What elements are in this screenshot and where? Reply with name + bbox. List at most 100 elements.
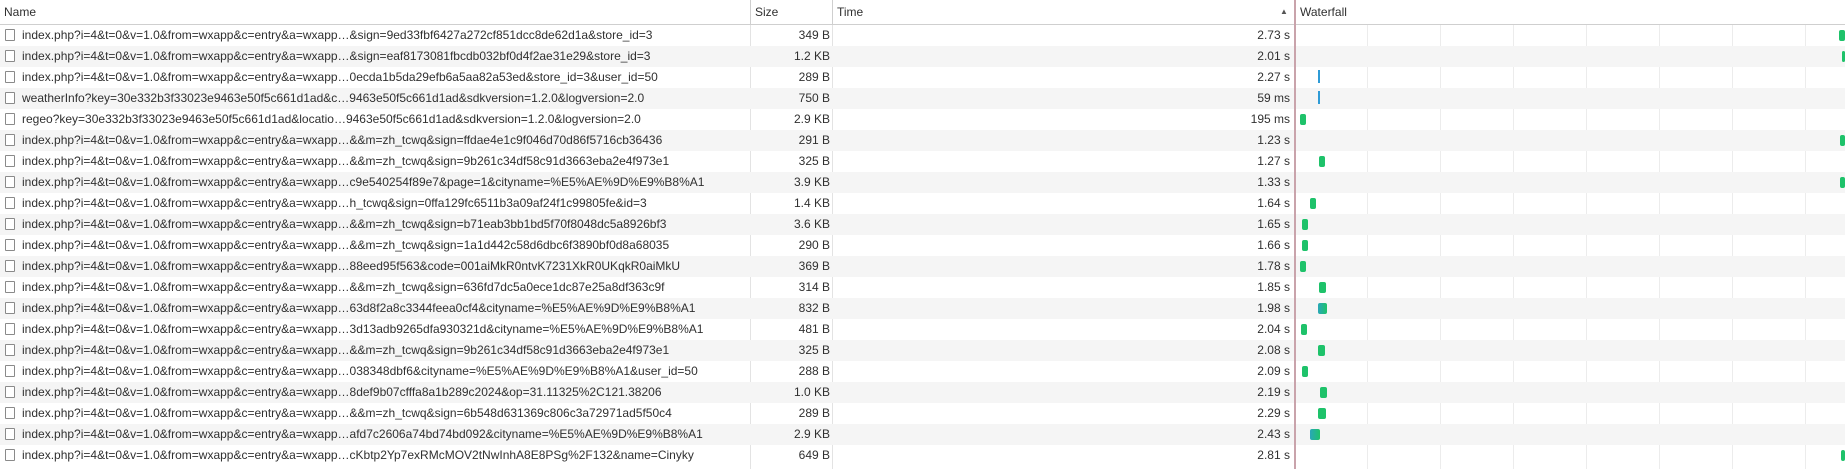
request-name: index.php?i=4&t=0&v=1.0&from=wxapp&c=ent… <box>22 280 665 294</box>
waterfall-bar[interactable] <box>1301 324 1307 335</box>
waterfall-bar[interactable] <box>1310 429 1320 440</box>
request-size: 369 B <box>798 259 830 273</box>
request-time: 1.65 s <box>1257 217 1290 231</box>
request-name: index.php?i=4&t=0&v=1.0&from=wxapp&c=ent… <box>22 175 705 189</box>
request-name: index.php?i=4&t=0&v=1.0&from=wxapp&c=ent… <box>22 301 696 315</box>
table-row[interactable]: index.php?i=4&t=0&v=1.0&from=wxapp&c=ent… <box>0 46 1845 67</box>
request-name: index.php?i=4&t=0&v=1.0&from=wxapp&c=ent… <box>22 343 670 357</box>
request-time: 2.27 s <box>1257 70 1290 84</box>
table-row[interactable]: index.php?i=4&t=0&v=1.0&from=wxapp&c=ent… <box>0 193 1845 214</box>
request-name-cell[interactable]: index.php?i=4&t=0&v=1.0&from=wxapp&c=ent… <box>0 214 750 235</box>
column-header-size[interactable]: Size <box>751 0 832 24</box>
request-size: 3.6 KB <box>793 217 830 231</box>
request-name-cell[interactable]: weatherInfo?key=30e332b3f33023e9463e50f5… <box>0 88 750 109</box>
column-header-time[interactable]: Time <box>833 0 1293 24</box>
table-row[interactable]: index.php?i=4&t=0&v=1.0&from=wxapp&c=ent… <box>0 382 1845 403</box>
table-row[interactable]: index.php?i=4&t=0&v=1.0&from=wxapp&c=ent… <box>0 403 1845 424</box>
table-row[interactable]: index.php?i=4&t=0&v=1.0&from=wxapp&c=ent… <box>0 214 1845 235</box>
request-time: 1.23 s <box>1257 133 1290 147</box>
request-name-cell[interactable]: index.php?i=4&t=0&v=1.0&from=wxapp&c=ent… <box>0 403 750 424</box>
request-size: 1.4 KB <box>793 196 830 210</box>
request-name: index.php?i=4&t=0&v=1.0&from=wxapp&c=ent… <box>22 238 670 252</box>
request-name-cell[interactable]: index.php?i=4&t=0&v=1.0&from=wxapp&c=ent… <box>0 46 750 67</box>
request-name-cell[interactable]: index.php?i=4&t=0&v=1.0&from=wxapp&c=ent… <box>0 382 750 403</box>
waterfall-bar[interactable] <box>1302 219 1308 230</box>
table-row[interactable]: index.php?i=4&t=0&v=1.0&from=wxapp&c=ent… <box>0 151 1845 172</box>
request-name-cell[interactable]: index.php?i=4&t=0&v=1.0&from=wxapp&c=ent… <box>0 445 750 466</box>
request-size: 1.0 KB <box>793 385 830 399</box>
table-row[interactable]: index.php?i=4&t=0&v=1.0&from=wxapp&c=ent… <box>0 445 1845 466</box>
waterfall-bar[interactable] <box>1302 366 1308 377</box>
request-size: 291 B <box>798 133 830 147</box>
waterfall-bar[interactable] <box>1300 114 1306 125</box>
request-time: 2.29 s <box>1257 406 1290 420</box>
waterfall-bar[interactable] <box>1840 177 1845 188</box>
table-row[interactable]: index.php?i=4&t=0&v=1.0&from=wxapp&c=ent… <box>0 424 1845 445</box>
request-name: regeo?key=30e332b3f33023e9463e50f5c661d1… <box>22 112 641 126</box>
request-time: 2.73 s <box>1257 28 1290 42</box>
request-name-cell[interactable]: index.php?i=4&t=0&v=1.0&from=wxapp&c=ent… <box>0 67 750 88</box>
request-name-cell[interactable]: index.php?i=4&t=0&v=1.0&from=wxapp&c=ent… <box>0 361 750 382</box>
table-row[interactable]: index.php?i=4&t=0&v=1.0&from=wxapp&c=ent… <box>0 256 1845 277</box>
request-name-cell[interactable]: index.php?i=4&t=0&v=1.0&from=wxapp&c=ent… <box>0 151 750 172</box>
request-name-cell[interactable]: index.php?i=4&t=0&v=1.0&from=wxapp&c=ent… <box>0 235 750 256</box>
table-row[interactable]: index.php?i=4&t=0&v=1.0&from=wxapp&c=ent… <box>0 235 1845 256</box>
waterfall-bar[interactable] <box>1318 303 1327 314</box>
request-name: index.php?i=4&t=0&v=1.0&from=wxapp&c=ent… <box>22 28 653 42</box>
request-name-cell[interactable]: index.php?i=4&t=0&v=1.0&from=wxapp&c=ent… <box>0 340 750 361</box>
waterfall-bar[interactable] <box>1841 450 1845 461</box>
table-row[interactable]: weatherInfo?key=30e332b3f33023e9463e50f5… <box>0 88 1845 109</box>
request-time: 1.27 s <box>1257 154 1290 168</box>
waterfall-bar[interactable] <box>1840 135 1845 146</box>
request-time: 1.64 s <box>1257 196 1290 210</box>
waterfall-bar[interactable] <box>1839 30 1845 41</box>
request-time: 1.66 s <box>1257 238 1290 252</box>
request-time: 2.43 s <box>1257 427 1290 441</box>
request-size: 325 B <box>798 154 830 168</box>
request-name-cell[interactable]: index.php?i=4&t=0&v=1.0&from=wxapp&c=ent… <box>0 256 750 277</box>
column-header-name[interactable]: Name <box>0 0 750 24</box>
request-size: 288 B <box>798 364 830 378</box>
request-time: 1.85 s <box>1257 280 1290 294</box>
table-row[interactable]: regeo?key=30e332b3f33023e9463e50f5c661d1… <box>0 109 1845 130</box>
request-size: 649 B <box>798 448 830 462</box>
table-row[interactable]: index.php?i=4&t=0&v=1.0&from=wxapp&c=ent… <box>0 130 1845 151</box>
table-row[interactable]: index.php?i=4&t=0&v=1.0&from=wxapp&c=ent… <box>0 277 1845 298</box>
table-row[interactable]: index.php?i=4&t=0&v=1.0&from=wxapp&c=ent… <box>0 298 1845 319</box>
request-name-cell[interactable]: index.php?i=4&t=0&v=1.0&from=wxapp&c=ent… <box>0 25 750 46</box>
request-name-cell[interactable]: index.php?i=4&t=0&v=1.0&from=wxapp&c=ent… <box>0 277 750 298</box>
waterfall-bar[interactable] <box>1320 387 1327 398</box>
request-name: index.php?i=4&t=0&v=1.0&from=wxapp&c=ent… <box>22 154 670 168</box>
table-row[interactable]: index.php?i=4&t=0&v=1.0&from=wxapp&c=ent… <box>0 319 1845 340</box>
waterfall-bar[interactable] <box>1300 261 1306 272</box>
request-time: 1.33 s <box>1257 175 1290 189</box>
request-size: 2.9 KB <box>793 427 830 441</box>
waterfall-bar[interactable] <box>1318 91 1320 104</box>
table-row[interactable]: index.php?i=4&t=0&v=1.0&from=wxapp&c=ent… <box>0 67 1845 88</box>
table-row[interactable]: index.php?i=4&t=0&v=1.0&from=wxapp&c=ent… <box>0 172 1845 193</box>
request-name: index.php?i=4&t=0&v=1.0&from=wxapp&c=ent… <box>22 259 681 273</box>
request-name: index.php?i=4&t=0&v=1.0&from=wxapp&c=ent… <box>22 70 658 84</box>
request-name-cell[interactable]: index.php?i=4&t=0&v=1.0&from=wxapp&c=ent… <box>0 193 750 214</box>
waterfall-bar[interactable] <box>1310 198 1316 209</box>
waterfall-bar[interactable] <box>1319 156 1325 167</box>
request-name-cell[interactable]: regeo?key=30e332b3f33023e9463e50f5c661d1… <box>0 109 750 130</box>
request-name-cell[interactable]: index.php?i=4&t=0&v=1.0&from=wxapp&c=ent… <box>0 424 750 445</box>
waterfall-bar[interactable] <box>1302 240 1308 251</box>
table-row[interactable]: index.php?i=4&t=0&v=1.0&from=wxapp&c=ent… <box>0 25 1845 46</box>
request-name-cell[interactable]: index.php?i=4&t=0&v=1.0&from=wxapp&c=ent… <box>0 298 750 319</box>
waterfall-bar[interactable] <box>1318 408 1326 419</box>
waterfall-bar[interactable] <box>1318 70 1320 83</box>
table-row[interactable]: index.php?i=4&t=0&v=1.0&from=wxapp&c=ent… <box>0 361 1845 382</box>
request-name: index.php?i=4&t=0&v=1.0&from=wxapp&c=ent… <box>22 217 667 231</box>
request-name: index.php?i=4&t=0&v=1.0&from=wxapp&c=ent… <box>22 406 672 420</box>
request-time: 2.19 s <box>1257 385 1290 399</box>
request-name-cell[interactable]: index.php?i=4&t=0&v=1.0&from=wxapp&c=ent… <box>0 319 750 340</box>
waterfall-bar[interactable] <box>1319 282 1326 293</box>
request-name-cell[interactable]: index.php?i=4&t=0&v=1.0&from=wxapp&c=ent… <box>0 130 750 151</box>
waterfall-divider[interactable] <box>1294 0 1296 469</box>
waterfall-bar[interactable] <box>1318 345 1325 356</box>
request-name-cell[interactable]: index.php?i=4&t=0&v=1.0&from=wxapp&c=ent… <box>0 172 750 193</box>
column-header-waterfall[interactable]: Waterfall <box>1296 0 1845 24</box>
table-row[interactable]: index.php?i=4&t=0&v=1.0&from=wxapp&c=ent… <box>0 340 1845 361</box>
